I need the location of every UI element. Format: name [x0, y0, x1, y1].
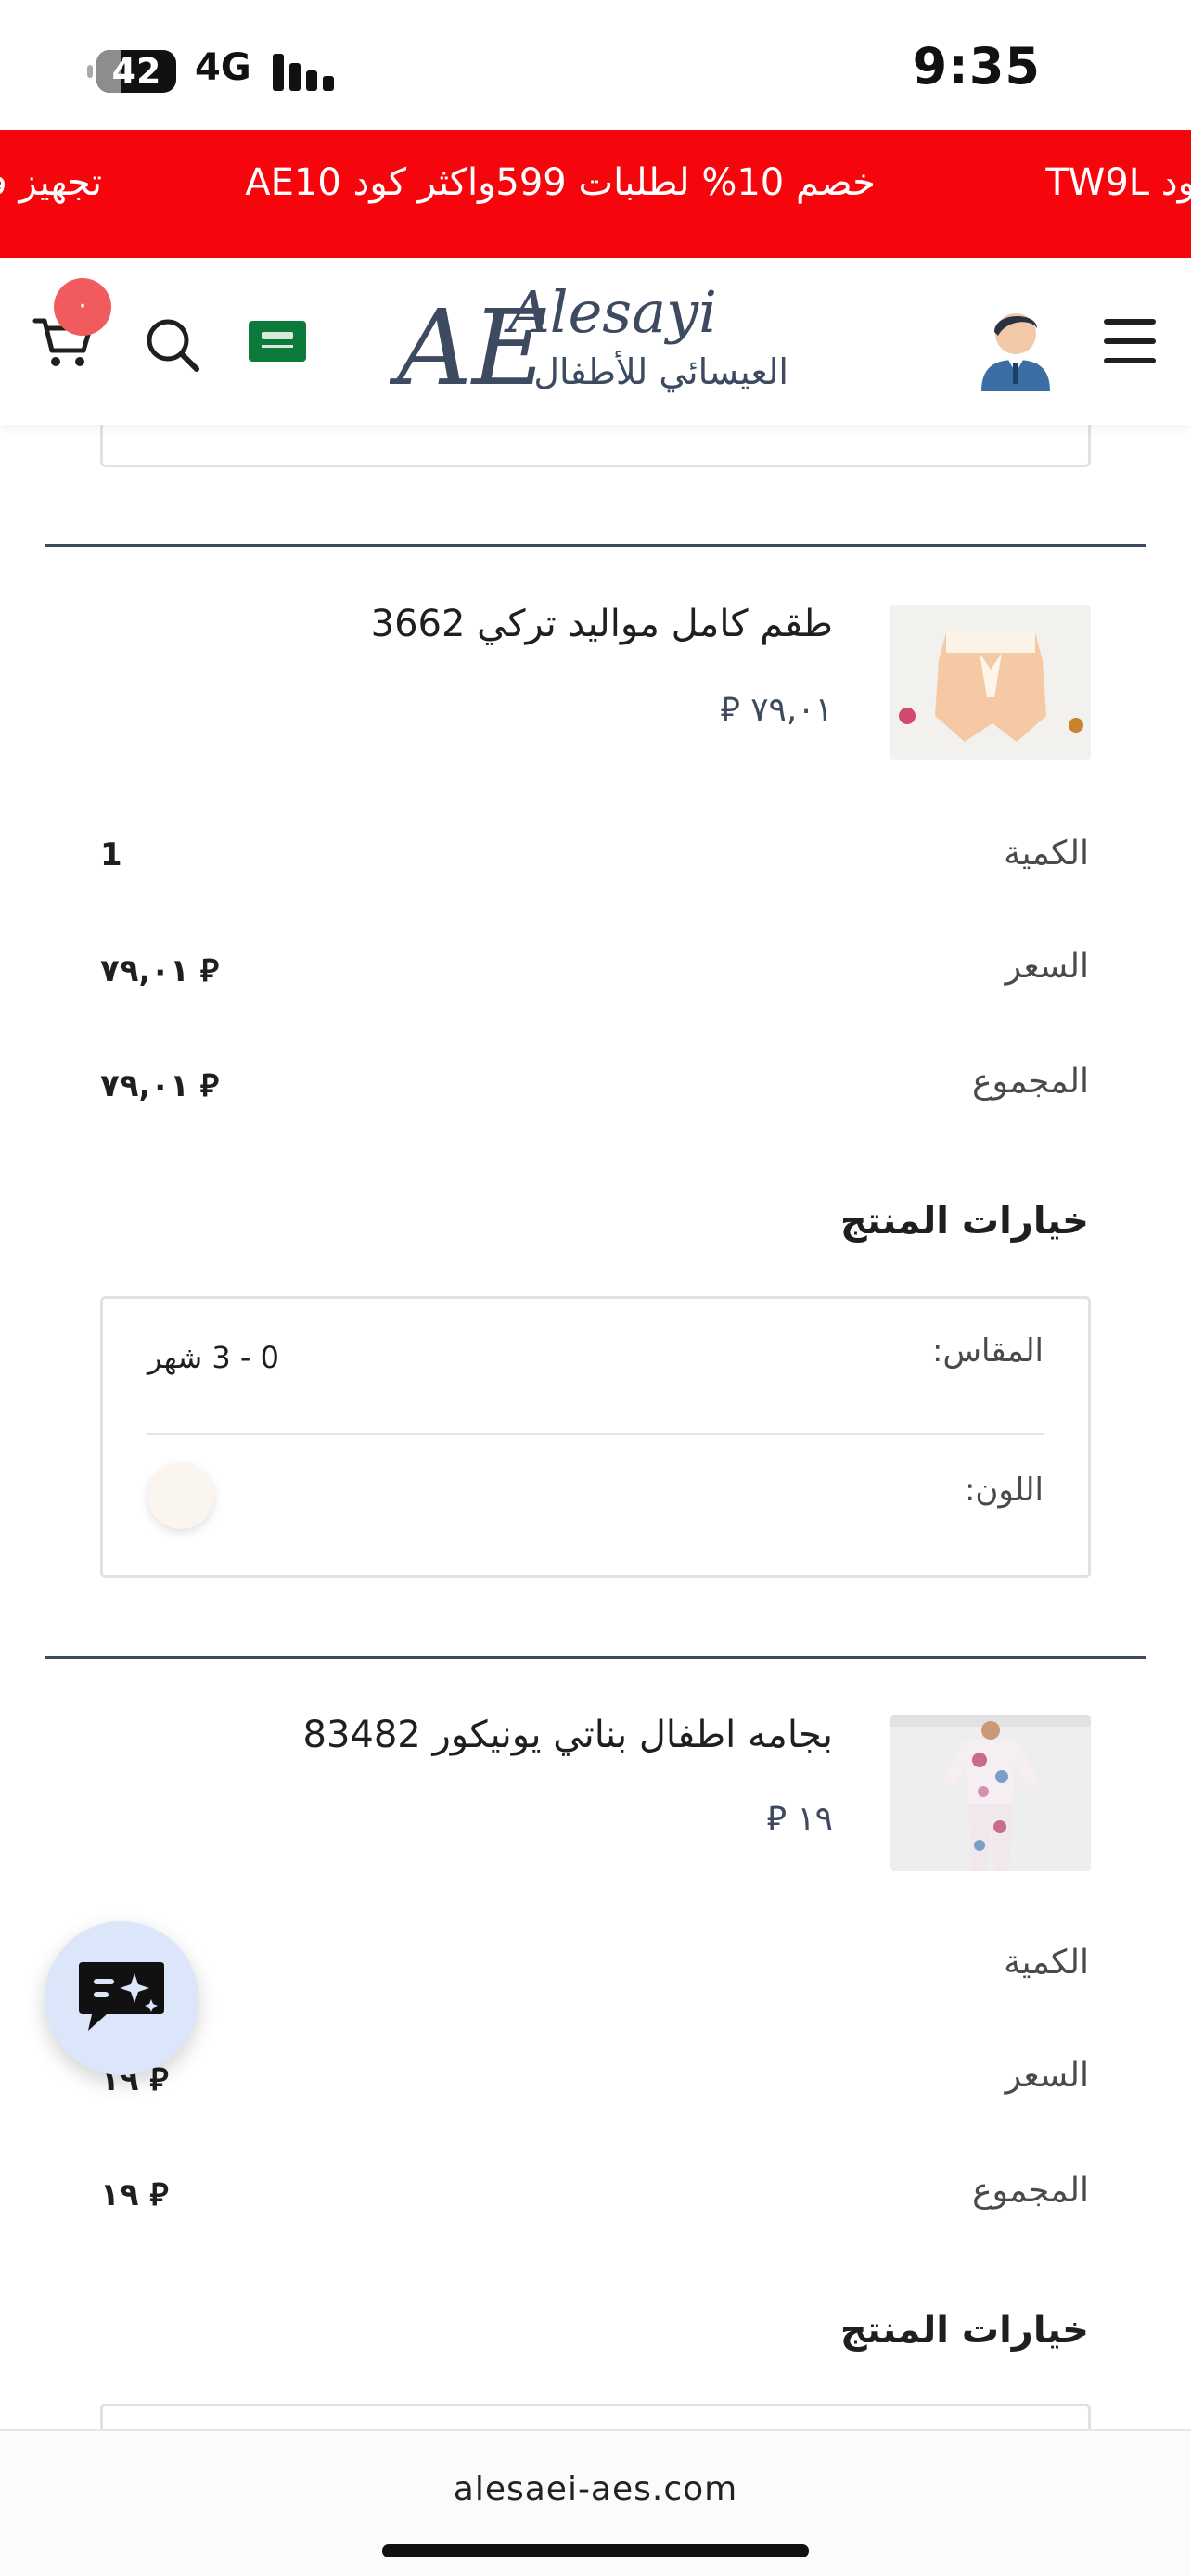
site-logo[interactable]: AE Alesayi العيسائي للأطفال	[389, 274, 798, 414]
cart-count-badge: ٠	[54, 278, 111, 336]
pajama-image	[890, 1715, 1091, 1871]
price-label: السعر	[1005, 2057, 1089, 2095]
search-icon	[147, 319, 199, 372]
price-label: السعر	[1005, 948, 1089, 986]
browser-address-bar[interactable]: alesaei-aes.com	[0, 2429, 1191, 2576]
romper-image	[890, 605, 1091, 760]
saudi-flag-icon[interactable]	[249, 321, 306, 362]
size-value: 0 - 3 شهر	[147, 1340, 279, 1375]
url-text[interactable]: alesaei-aes.com	[0, 2470, 1191, 2508]
size-label: المقاس:	[932, 1333, 1044, 1370]
product-name[interactable]: بجامه اطفال بناتي يونيكور 83482	[303, 1714, 834, 1756]
logo-arabic: العيسائي للأطفال	[533, 350, 788, 392]
account-avatar[interactable]	[976, 299, 1056, 391]
price-value: ٧٩,٠١ ⃁	[100, 952, 219, 989]
color-swatch	[147, 1462, 214, 1529]
chat-assistant-button[interactable]	[45, 1921, 198, 2075]
logo-graphic: AE Alesayi العيسائي للأطفال	[389, 278, 788, 409]
product-name[interactable]: طقم كامل مواليد تركي 3662	[371, 603, 833, 645]
product-image[interactable]	[890, 1715, 1091, 1871]
logo-latin: Alesayi	[504, 278, 717, 346]
total-label: المجموع	[972, 1063, 1089, 1101]
quantity-value: 1	[100, 836, 122, 874]
item-divider	[45, 1656, 1146, 1659]
item-divider	[45, 544, 1146, 547]
total-value: ١٩ ⃁	[100, 2176, 169, 2213]
home-indicator[interactable]	[382, 2544, 809, 2557]
product-options-box: المقاس: 0 - 3 شهر اللون:	[100, 1296, 1091, 1578]
product-options-title: خيارات المنتج	[839, 2309, 1089, 2352]
menu-button[interactable]	[1100, 315, 1159, 367]
product-price: ٧٩,٠١ ⃁	[720, 691, 833, 729]
total-value: ٧٩,٠١ ⃁	[100, 1067, 219, 1104]
product-image[interactable]	[890, 605, 1091, 760]
user-avatar-icon	[981, 313, 1050, 391]
total-label: المجموع	[972, 2172, 1089, 2210]
product-price: ١٩ ⃁	[766, 1800, 834, 1838]
color-label: اللون:	[964, 1472, 1044, 1509]
options-separator	[147, 1433, 1044, 1435]
search-button[interactable]	[143, 315, 202, 375]
site-header: ٠ AE Alesayi العيسائي للأطفال	[0, 258, 1191, 425]
quantity-label: الكمية	[1004, 1944, 1089, 1982]
product-options-title: خيارات المنتج	[839, 1200, 1089, 1243]
chat-sparkle-icon	[79, 1962, 164, 2031]
quantity-label: الكمية	[1004, 835, 1089, 873]
